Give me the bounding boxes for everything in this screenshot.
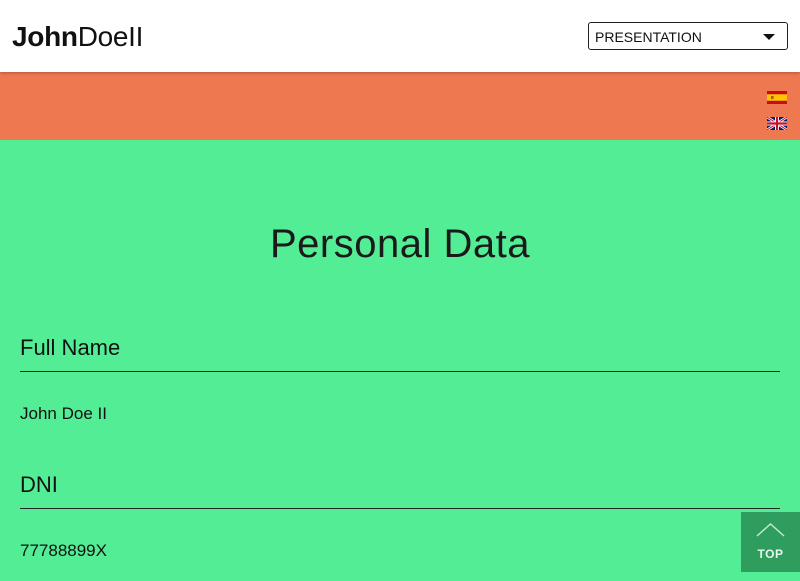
chevron-down-icon — [763, 34, 775, 40]
dni-label: DNI — [20, 472, 780, 509]
logo-last-name: DoeII — [77, 21, 144, 52]
section-select[interactable]: PRESENTATION — [588, 22, 788, 50]
back-to-top-button[interactable]: TOP — [741, 512, 800, 572]
logo-first-name: John — [12, 21, 78, 52]
dni-value: 77788899X — [20, 541, 107, 560]
section-select-value: PRESENTATION — [595, 29, 702, 45]
site-logo[interactable]: JohnDoeII — [12, 20, 143, 54]
full-name-value: John Doe II — [20, 404, 107, 423]
page-title: Personal Data — [270, 222, 530, 266]
site-header: JohnDoeII PRESENTATION — [0, 0, 800, 72]
chevron-up-icon — [756, 522, 785, 537]
full-name-label: Full Name — [20, 335, 780, 372]
back-to-top-label: TOP — [757, 547, 784, 561]
language-bar — [0, 72, 800, 140]
personal-data-section: Personal Data Full Name John Doe II DNI … — [0, 140, 800, 581]
flag-uk-icon[interactable] — [767, 117, 787, 130]
flag-spain-icon[interactable] — [767, 91, 787, 104]
